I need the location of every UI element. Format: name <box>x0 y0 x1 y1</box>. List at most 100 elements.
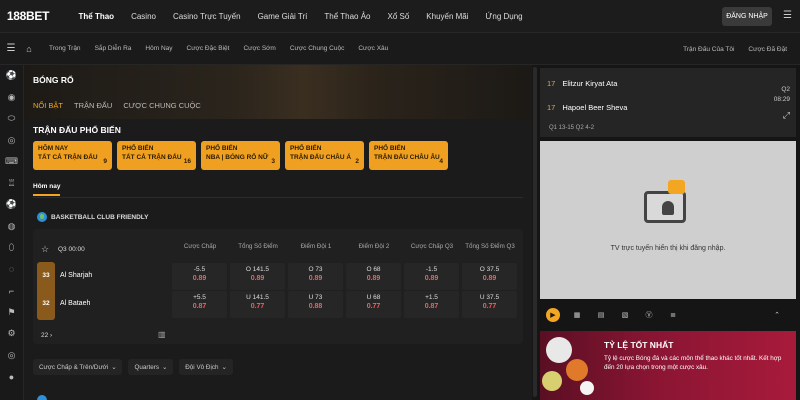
nav-item[interactable]: Game Giải Trí <box>249 0 316 33</box>
tennis-icon[interactable]: ◎ <box>0 130 23 152</box>
promo-banner[interactable]: TỶ LỆ TỐT NHẤT Tỷ lệ cược Bóng đá và các… <box>540 331 796 400</box>
sports-subnav: ☰ ⌂ Trong Trận Sắp Diễn Ra Hôm Nay Cược Đặc… <box>0 33 800 65</box>
nav-item[interactable]: Casino Trực Tuyến <box>164 0 249 33</box>
esports-icon[interactable]: ⌨ <box>0 151 23 173</box>
odds-button[interactable]: -1.5 0.89 <box>404 263 459 290</box>
sport-sidebar: ⚽ ◉ ⬭ ◎ ⌨ ♖ ⚽ ◍ ⬯ ◌ ⌐ ⚑ ⚙ ◎ ● <box>0 65 24 400</box>
nav-item[interactable]: Thể Thao Ảo <box>316 0 379 33</box>
hero-banner: BÓNG RỔ NỔI BẬT TRẬN ĐẤU CƯỢC CHUNG CUỘC <box>24 65 532 119</box>
odds-price: 0.89 <box>366 275 381 282</box>
list-icon[interactable]: ≣ <box>666 308 680 322</box>
soccer-icon[interactable]: ⚽ <box>0 65 23 87</box>
subnav-item[interactable]: Cược Xâu <box>351 45 395 52</box>
nav-item[interactable]: Casino <box>123 0 165 33</box>
odds-button[interactable]: -5.5 0.89 <box>172 263 227 290</box>
brand-logo[interactable]: 188BET <box>0 0 56 33</box>
subnav-item[interactable]: Cược Chung Cuộc <box>283 45 352 52</box>
tab-today[interactable]: Hôm nay <box>33 183 61 196</box>
volleyball-icon[interactable]: ◍ <box>0 216 23 238</box>
rugby-icon[interactable]: ⬯ <box>0 237 23 259</box>
golf-icon[interactable]: ⚑ <box>0 302 23 324</box>
odds-button[interactable]: U 37.5 0.77 <box>462 291 517 318</box>
odds-price: 0.88 <box>308 303 323 310</box>
popular-card[interactable]: PHỔ BIẾN TRẬN ĐẤU CHÂU ÂU 4 <box>369 141 448 170</box>
live-clock: 08:29 <box>773 96 790 103</box>
subnav-item[interactable]: Sắp Diễn Ra <box>88 45 139 52</box>
popular-card[interactable]: HÔM NAY TẤT CẢ TRẬN ĐẤU 9 <box>33 141 112 170</box>
odds-button[interactable]: U 68 0.77 <box>346 291 401 318</box>
odds-price: 0.89 <box>424 275 439 282</box>
subnav-right-item[interactable]: Cược Đã Đặt <box>741 46 794 53</box>
odds-button[interactable]: O 141.5 0.89 <box>230 263 285 290</box>
card-sublabel: TẤT CẢ TRẬN ĐẤU <box>38 154 98 161</box>
column-header: Điểm Đội 1 <box>300 243 332 250</box>
nav-item[interactable]: Xổ Số <box>379 0 418 33</box>
odds-button[interactable]: +1.5 0.87 <box>404 291 459 318</box>
expand-icon[interactable]: ⤢ <box>783 110 790 121</box>
odds-line: +5.5 <box>193 294 206 301</box>
globe-icon <box>37 395 47 400</box>
darts-icon[interactable]: ◎ <box>0 345 23 367</box>
chevron-up-icon[interactable]: ⌃ <box>774 311 780 319</box>
hamburger-icon[interactable]: ☰ <box>0 43 22 54</box>
trophy-icon[interactable]: ♖ <box>0 173 23 195</box>
court-icon[interactable]: ▦ <box>570 308 584 322</box>
live-quarter: Q2 <box>781 86 790 93</box>
cycling-icon[interactable]: ⚙ <box>0 323 23 345</box>
star-icon[interactable]: ☆ <box>41 244 49 255</box>
subnav-item[interactable]: Trong Trận <box>42 45 88 52</box>
football-icon[interactable]: ⬭ <box>0 108 23 130</box>
nav-item[interactable]: Thể Thao <box>70 0 123 33</box>
card-count: 3 <box>271 158 275 165</box>
popular-card[interactable]: PHỔ BIẾN TRẬN ĐẤU CHÂU Á2 <box>285 141 364 170</box>
nav-item[interactable]: Khuyến Mãi <box>418 0 477 33</box>
league-header[interactable]: BASKETBALL CLUB FRIENDLY <box>37 212 149 222</box>
popular-card[interactable]: PHỔ BIẾN TẤT CẢ TRẬN ĐẤU 16 <box>117 141 196 170</box>
chart-icon[interactable]: ▧ <box>618 308 632 322</box>
chevron-down-icon: ⌄ <box>221 363 227 371</box>
subnav-right-item[interactable]: Trận Đấu Của Tôi <box>676 46 741 53</box>
live-scoreboard[interactable]: 17 Elitzur Kiryat Ata 17 Hapoel Beer Sheva… <box>540 68 796 137</box>
match-card: ☆ Q3 00:00 Cược Chấp Tổng Số Điểm Điểm Đội… <box>33 229 523 344</box>
tab-item[interactable]: CƯỢC CHUNG CUỘC <box>123 101 200 110</box>
baseball-icon <box>580 381 594 395</box>
column-header: Tổng Số Điểm <box>238 243 278 250</box>
field-icon[interactable]: ▤ <box>594 308 608 322</box>
odds-button[interactable]: O 68 0.89 <box>346 263 401 290</box>
divider <box>33 197 523 198</box>
market-filter[interactable]: Đội Vô Địch ⌄ <box>179 359 233 375</box>
soccer-icon[interactable]: ⚽ <box>0 194 23 216</box>
baseball-icon[interactable]: ◌ <box>0 259 23 281</box>
menu-icon[interactable]: ☰ <box>783 10 792 21</box>
home-icon[interactable]: ⌂ <box>22 44 36 54</box>
subnav-item[interactable]: Cược Đặc Biệt <box>180 45 237 52</box>
popular-card[interactable]: PHỔ BIẾN NBA | BÓNG RỔ NỮ 3 <box>201 141 280 170</box>
play-icon[interactable]: ▶ <box>546 308 560 322</box>
odds-line: O 68 <box>366 266 381 273</box>
odds-button[interactable]: U 73 0.88 <box>288 291 343 318</box>
odds-button[interactable]: O 37.5 0.89 <box>462 263 517 290</box>
tab-item[interactable]: NỔI BẬT <box>33 101 63 110</box>
market-filter[interactable]: Quarters ⌄ <box>128 359 174 375</box>
table-tennis-icon[interactable]: ● <box>0 366 23 388</box>
scrollbar-thumb[interactable] <box>533 67 537 397</box>
globe-icon <box>37 212 47 222</box>
live-team-name: Elitzur Kiryat Ata <box>562 79 618 88</box>
odds-line: O 37.5 <box>479 266 500 273</box>
odds-button[interactable]: U 141.5 0.77 <box>230 291 285 318</box>
nav-item[interactable]: Ứng Dụng <box>477 0 531 33</box>
versus-icon[interactable]: Ⓥ <box>642 308 656 322</box>
stats-icon[interactable]: ▥ <box>158 330 166 339</box>
card-sublabel: TRẬN ĐẤU CHÂU ÂU <box>374 154 440 161</box>
hockey-icon[interactable]: ⌐ <box>0 280 23 302</box>
subnav-item[interactable]: Cược Sớm <box>236 45 282 52</box>
market-filter[interactable]: Cược Chấp & Trên/Dưới ⌄ <box>33 359 123 375</box>
live-team-row: 17 Hapoel Beer Sheva <box>547 103 627 112</box>
odds-button[interactable]: +5.5 0.87 <box>172 291 227 318</box>
tab-item[interactable]: TRẬN ĐẤU <box>74 101 112 110</box>
basketball-icon[interactable]: ◉ <box>0 87 23 109</box>
more-markets-link[interactable]: 22 › <box>41 332 52 339</box>
odds-button[interactable]: O 73 0.89 <box>288 263 343 290</box>
login-button[interactable]: ĐĂNG NHẬP <box>722 7 772 26</box>
subnav-item[interactable]: Hôm Nay <box>138 45 179 52</box>
